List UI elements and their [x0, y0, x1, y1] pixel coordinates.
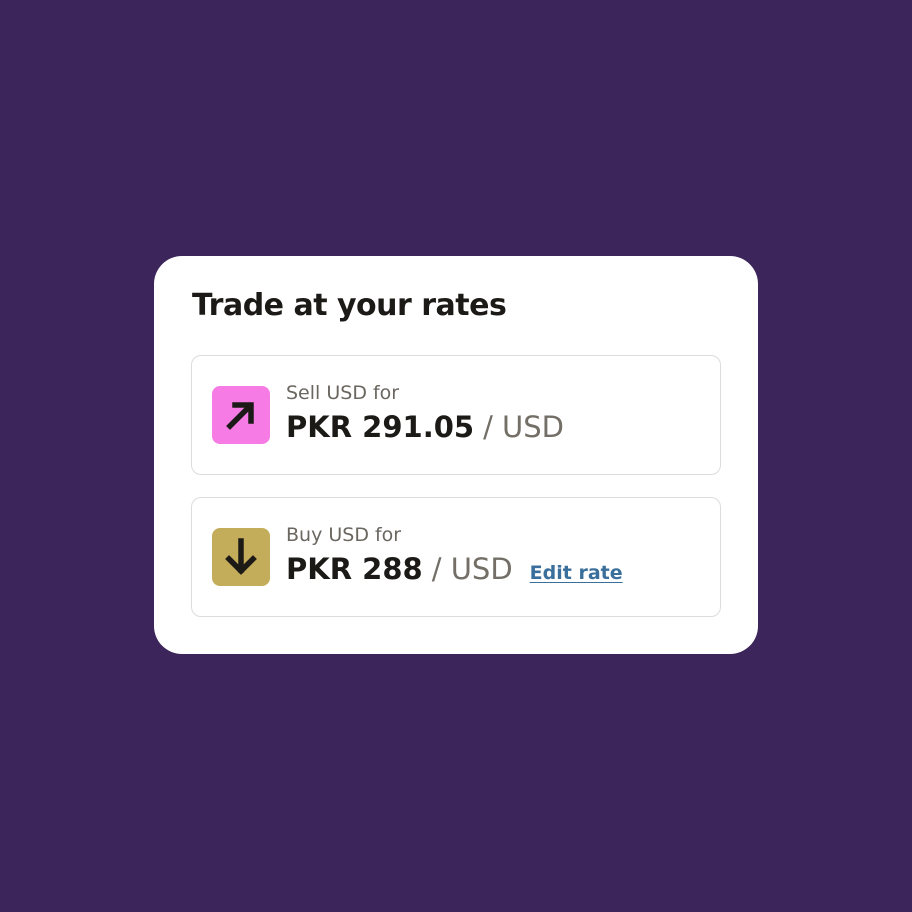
buy-rate-label: Buy USD for: [286, 524, 402, 546]
trade-rates-card: Trade at your rates Sell USD for PKR 291…: [154, 256, 758, 654]
sell-rate-box[interactable]: Sell USD for PKR 291.05 / USD: [191, 355, 721, 475]
buy-rate-amount: PKR 288: [286, 552, 423, 586]
sell-rate-label: Sell USD for: [286, 382, 400, 404]
buy-rate-value: PKR 288 / USD Edit rate: [286, 552, 623, 586]
sell-rate-amount: PKR 291.05: [286, 410, 475, 444]
sell-rate-unit: / USD: [483, 410, 565, 444]
arrow-down-icon: [212, 528, 270, 586]
buy-rate-box[interactable]: Buy USD for PKR 288 / USD Edit rate: [191, 497, 721, 617]
arrow-up-right-icon: [212, 386, 270, 444]
buy-rate-unit: / USD: [431, 552, 513, 586]
card-title: Trade at your rates: [192, 288, 507, 323]
sell-rate-value: PKR 291.05 / USD: [286, 410, 564, 444]
edit-rate-link[interactable]: Edit rate: [530, 562, 623, 584]
